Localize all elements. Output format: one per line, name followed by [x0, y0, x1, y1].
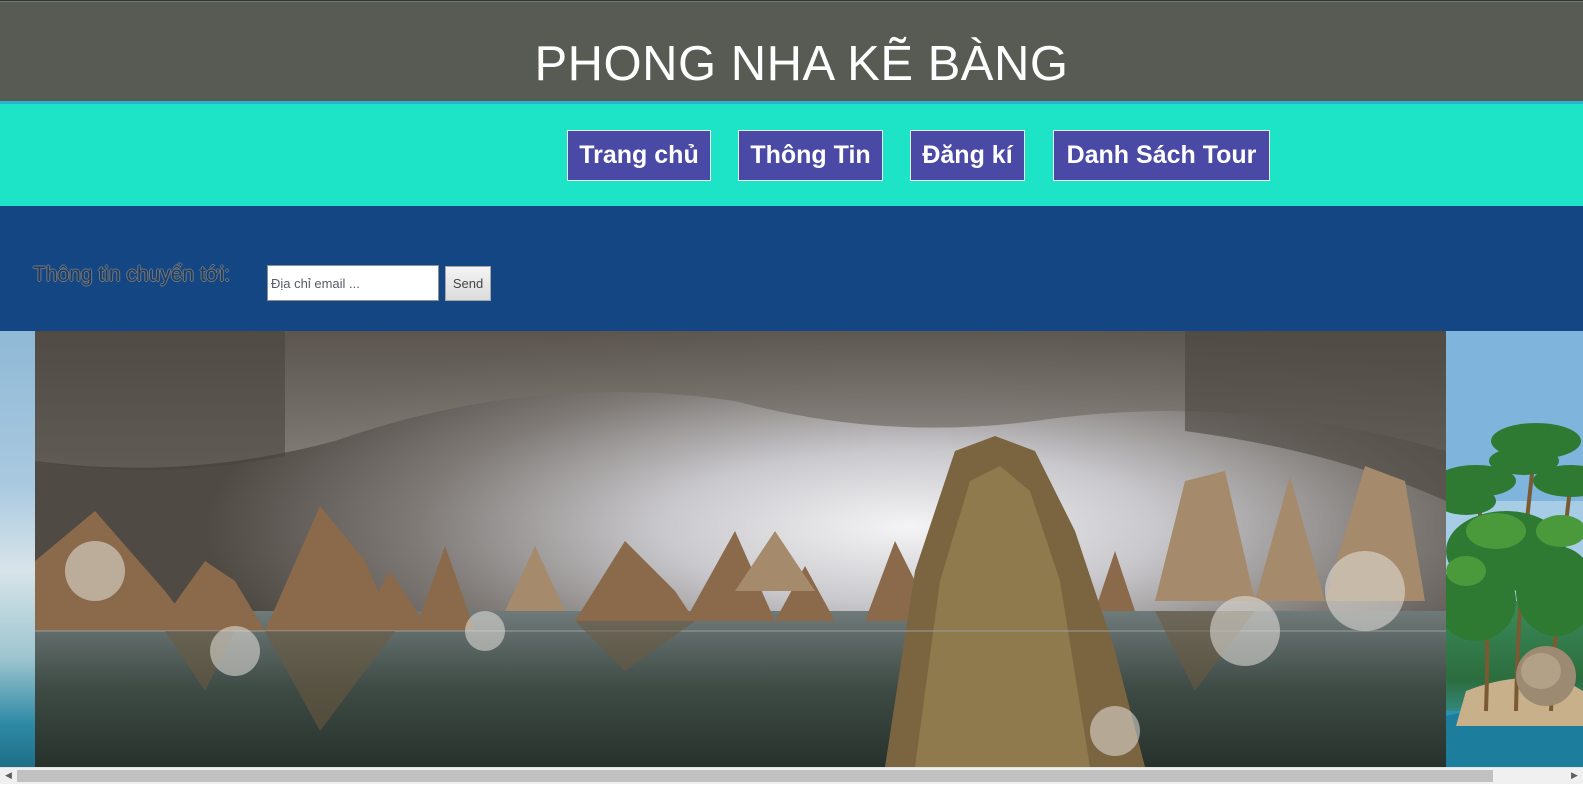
site-title: PHONG NHA KẼ BÀNG: [534, 37, 1069, 91]
subscribe-section: [0, 206, 1583, 331]
nav-item-thong-tin[interactable]: Thông Tin: [738, 130, 883, 181]
tropical-beach-image: [1446, 331, 1583, 767]
send-button[interactable]: Send: [445, 266, 491, 301]
subscribe-label: Thông tin chuyển tới:: [33, 263, 231, 286]
scrollbar-thumb[interactable]: [17, 770, 1493, 782]
cave-landscape-image: [35, 331, 1446, 767]
nav-item-trang-chu[interactable]: Trang chủ: [567, 130, 711, 181]
chevron-right-icon[interactable]: ▶: [1566, 768, 1583, 784]
bottom-strip: [0, 784, 1583, 794]
nav-item-dang-ki[interactable]: Đăng kí: [910, 130, 1025, 181]
page: PHONG NHA KẼ BÀNG Trang chủ Thông Tin Đă…: [0, 0, 1583, 794]
nav-item-danh-sach-tour[interactable]: Danh Sách Tour: [1053, 130, 1270, 181]
email-input[interactable]: [267, 265, 439, 301]
background-image-left-edge: [0, 331, 35, 767]
horizontal-scrollbar[interactable]: ◀ ▶: [0, 767, 1583, 784]
chevron-left-icon[interactable]: ◀: [0, 768, 17, 784]
